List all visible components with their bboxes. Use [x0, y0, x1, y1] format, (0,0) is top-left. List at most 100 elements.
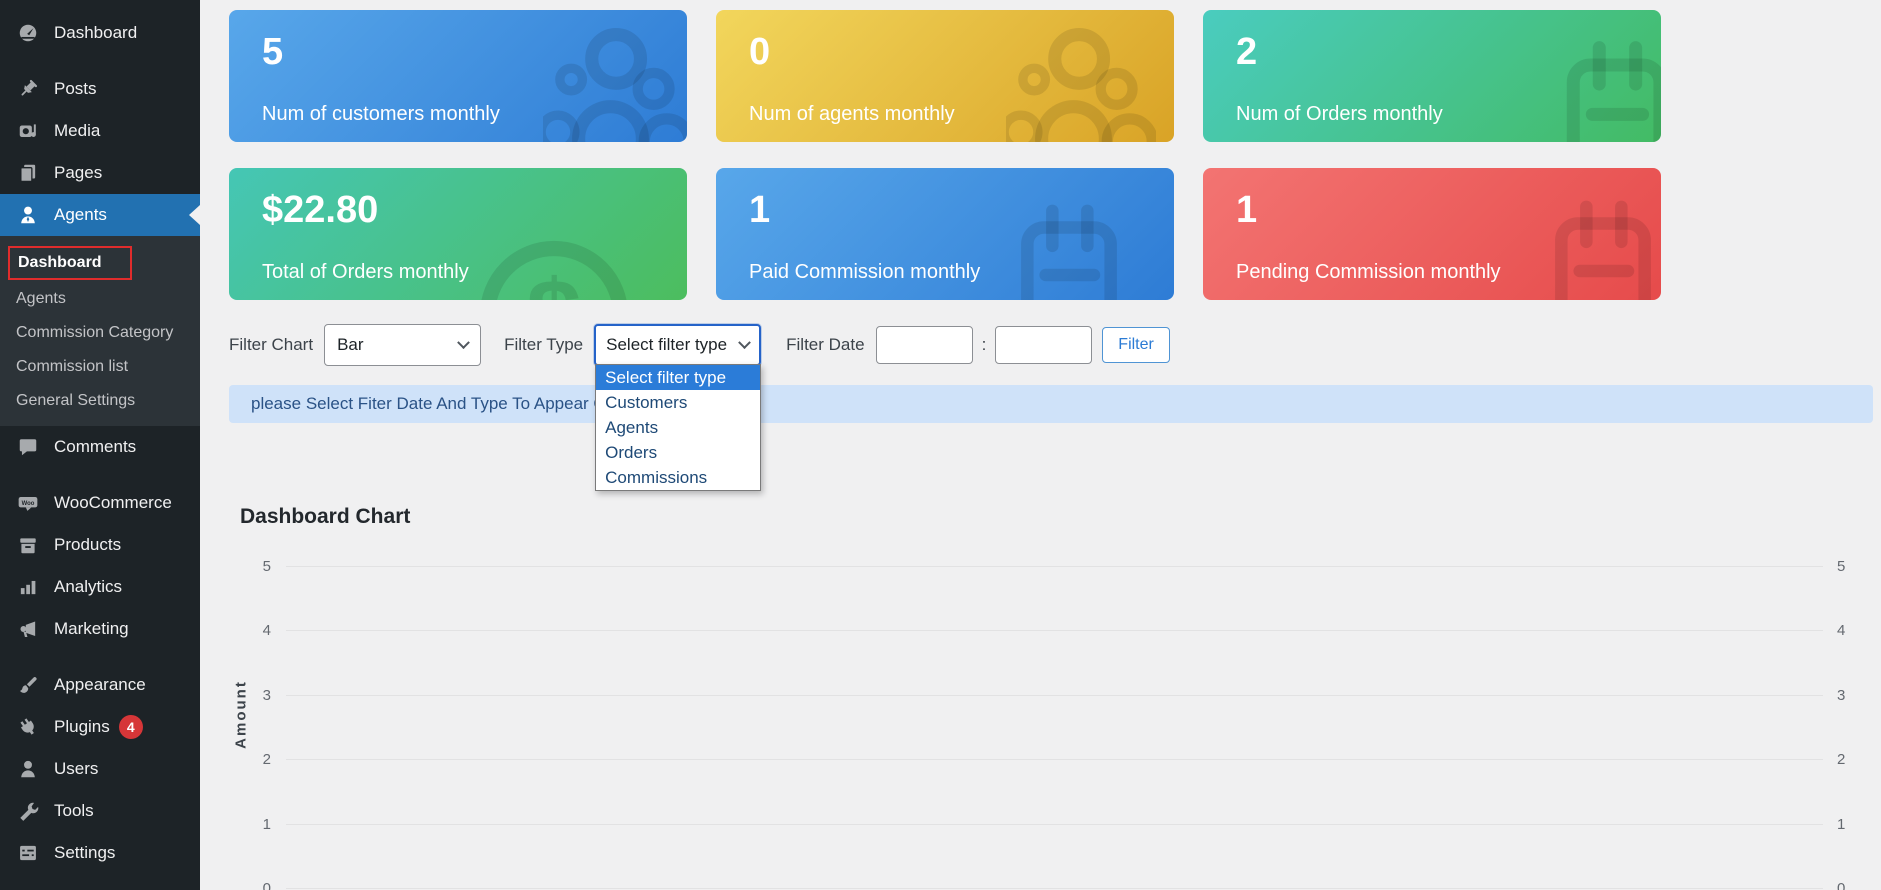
submenu-item-agents[interactable]: Agents [0, 282, 200, 316]
sidebar-item-comments[interactable]: Comments [0, 426, 200, 468]
sidebar-item-tools[interactable]: Tools [0, 790, 200, 832]
sidebar-item-label: Posts [54, 79, 97, 99]
info-alert: please Select Fiter Date And Type To App… [229, 385, 1873, 423]
sidebar-item-plugins[interactable]: Plugins 4 [0, 706, 200, 748]
dollar-coin-icon: $ [459, 220, 649, 300]
gridline [286, 566, 1823, 567]
sidebar-item-label: Agents [54, 205, 107, 225]
bar-chart-icon [15, 574, 41, 600]
wrench-icon [15, 798, 41, 824]
filter-type-dropdown: Select filter type Customers Agents Orde… [595, 364, 761, 491]
date-separator: : [982, 335, 987, 355]
sidebar-item-pages[interactable]: Pages [0, 152, 200, 194]
sidebar-item-label: Dashboard [54, 23, 137, 43]
pushpin-icon [15, 76, 41, 102]
people-icon [1006, 12, 1156, 142]
filter-type-select[interactable]: Select filter type [594, 324, 761, 366]
sidebar-item-posts[interactable]: Posts [0, 68, 200, 110]
stat-label: Num of Orders monthly [1236, 103, 1443, 126]
admin-sidebar: Dashboard Posts Media Pages Agents [0, 0, 200, 890]
submenu-item-commission-category[interactable]: Commission Category [0, 316, 200, 350]
svg-text:Woo: Woo [22, 501, 35, 507]
stat-label: Pending Commission monthly [1236, 261, 1501, 284]
dashboard-icon [15, 20, 41, 46]
y-tick-label: 5 [229, 558, 271, 575]
user-icon [15, 756, 41, 782]
submenu-item-general-settings[interactable]: General Settings [0, 384, 200, 418]
dropdown-option-agents[interactable]: Agents [596, 415, 760, 440]
submenu-item-commission-list[interactable]: Commission list [0, 350, 200, 384]
sidebar-item-label: Media [54, 121, 100, 141]
dropdown-option-orders[interactable]: Orders [596, 440, 760, 465]
gridline [286, 695, 1823, 696]
products-box-icon [15, 532, 41, 558]
filter-chart-select[interactable]: Bar [324, 324, 481, 366]
sidebar-item-label: Users [54, 759, 98, 779]
filter-date-to-input[interactable] [995, 326, 1092, 364]
dropdown-option-commissions[interactable]: Commissions [596, 465, 760, 490]
agent-icon [15, 202, 41, 228]
y-tick-label-right: 0 [1837, 880, 1873, 890]
sidebar-item-media[interactable]: Media [0, 110, 200, 152]
sidebar-item-products[interactable]: Products [0, 524, 200, 566]
sidebar-item-appearance[interactable]: Appearance [0, 664, 200, 706]
stat-card-orders-total: $22.80 Total of Orders monthly $ [229, 168, 687, 300]
people-icon [543, 12, 687, 142]
stats-cards: 5 Num of customers monthly 0 Num of agen… [229, 10, 1873, 300]
sidebar-item-settings[interactable]: Settings [0, 832, 200, 874]
active-menu-arrow [189, 205, 200, 225]
filter-date-label: Filter Date [786, 335, 864, 355]
chart-filters: Filter Chart Bar Filter Type Select filt… [229, 324, 1873, 366]
y-tick-label-right: 4 [1837, 622, 1873, 639]
dropdown-option-select-filter-type[interactable]: Select filter type [596, 365, 760, 390]
clipboard-icon [1538, 190, 1661, 300]
gridline [286, 630, 1823, 631]
y-tick-label: 3 [229, 687, 271, 704]
y-tick-label: 2 [229, 751, 271, 768]
filter-type-label: Filter Type [504, 335, 583, 355]
clipboard-icon [1004, 194, 1129, 300]
filter-date-from-input[interactable] [876, 326, 973, 364]
sidebar-item-label: Tools [54, 801, 94, 821]
stat-card-paid-commission: 1 Paid Commission monthly [716, 168, 1174, 300]
paintbrush-icon [15, 672, 41, 698]
comment-icon [15, 434, 41, 460]
media-icon [15, 118, 41, 144]
filter-chart-value: Bar [337, 335, 363, 355]
sidebar-item-label: Marketing [54, 619, 129, 639]
sidebar-item-marketing[interactable]: Marketing [0, 608, 200, 650]
chart-heading: Dashboard Chart [240, 505, 1873, 529]
sidebar-item-label: WooCommerce [54, 493, 172, 513]
stat-label: Total of Orders monthly [262, 261, 469, 284]
wordpress-admin-page: Dashboard Posts Media Pages Agents [0, 0, 1881, 890]
sidebar-item-agents[interactable]: Agents [0, 194, 200, 236]
sidebar-item-analytics[interactable]: Analytics [0, 566, 200, 608]
filter-chart-label: Filter Chart [229, 335, 313, 355]
y-tick-label: 4 [229, 622, 271, 639]
plugins-update-badge: 4 [119, 715, 143, 739]
svg-text:$: $ [526, 259, 581, 300]
stat-card-customers: 5 Num of customers monthly [229, 10, 687, 142]
submenu-item-dashboard[interactable]: Dashboard [8, 246, 132, 280]
stat-card-agents: 0 Num of agents monthly [716, 10, 1174, 142]
chevron-down-icon [738, 336, 751, 349]
gridline [286, 759, 1823, 760]
sidebar-item-dashboard[interactable]: Dashboard [0, 12, 200, 54]
settings-panel-icon [15, 840, 41, 866]
info-alert-text: please Select Fiter Date And Type To App… [251, 394, 635, 414]
stat-label: Num of customers monthly [262, 103, 500, 126]
y-tick-label: 0 [229, 880, 271, 890]
filter-type-select-wrap: Select filter type Select filter type Cu… [594, 324, 761, 366]
y-tick-label-right: 5 [1837, 558, 1873, 575]
sidebar-item-label: Analytics [54, 577, 122, 597]
dropdown-option-customers[interactable]: Customers [596, 390, 760, 415]
filter-button[interactable]: Filter [1102, 327, 1170, 363]
main-content: 5 Num of customers monthly 0 Num of agen… [200, 0, 1881, 890]
sidebar-item-label: Settings [54, 843, 115, 863]
sidebar-item-woocommerce[interactable]: Woo WooCommerce [0, 482, 200, 524]
sidebar-item-users[interactable]: Users [0, 748, 200, 790]
stat-card-pending-commission: 1 Pending Commission monthly [1203, 168, 1661, 300]
sidebar-item-label: Plugins [54, 717, 110, 737]
sidebar-item-label: Products [54, 535, 121, 555]
sidebar-item-label: Pages [54, 163, 102, 183]
